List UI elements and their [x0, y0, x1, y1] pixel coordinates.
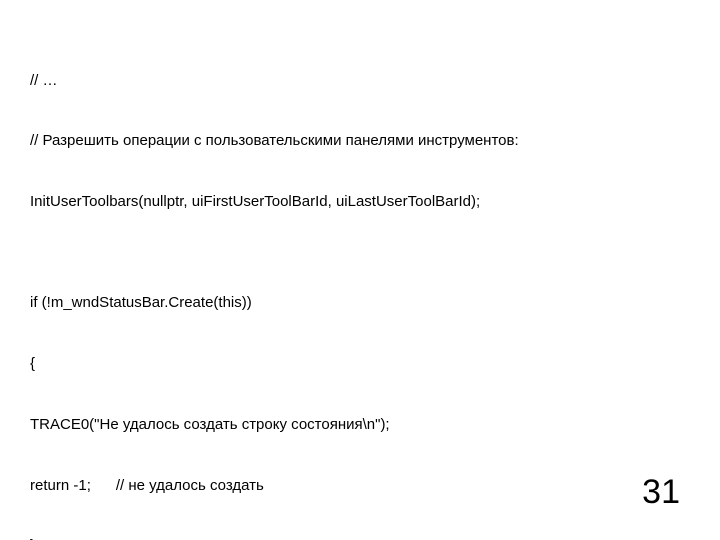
- code-line: if (!m_wndStatusBar.Create(this)): [30, 293, 690, 313]
- code-line: {: [30, 354, 690, 374]
- code-line: TRACE0("Не удалось создать строку состоя…: [30, 415, 690, 435]
- code-block: // … // Разрешить операции с пользовател…: [30, 30, 690, 540]
- code-line: // Разрешить операции с пользовательским…: [30, 131, 690, 151]
- page-number: 31: [642, 473, 680, 512]
- code-line: InitUserToolbars(nullptr, uiFirstUserToo…: [30, 192, 690, 212]
- code-line: }: [30, 536, 690, 540]
- code-line: return -1; // не удалось создать: [30, 476, 690, 496]
- code-line: // …: [30, 71, 690, 91]
- slide: // … // Разрешить операции с пользовател…: [0, 0, 720, 540]
